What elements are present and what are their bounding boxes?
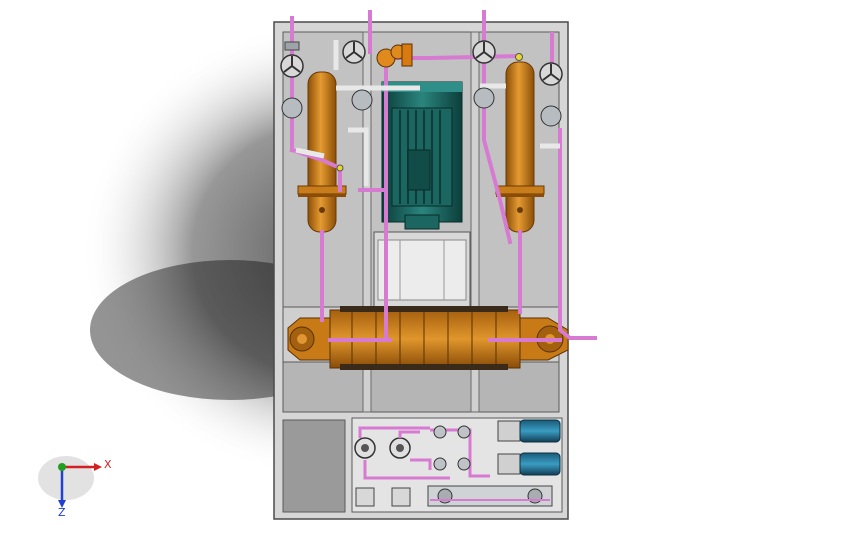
z-axis-label: Z (58, 506, 66, 519)
cad-viewport[interactable]: X Z (0, 0, 867, 533)
x-axis-label: X (104, 458, 112, 471)
valve-handwheel-3[interactable] (472, 40, 496, 64)
motor-base[interactable] (373, 231, 471, 308)
yellow-fitting (336, 164, 344, 172)
valve-handwheel-2[interactable] (342, 40, 366, 64)
coordinate-triad-icon: X Z (38, 456, 112, 519)
valve-handwheel-4[interactable] (539, 62, 563, 86)
model-canvas[interactable]: X Z (0, 0, 867, 533)
electric-motor[interactable] (381, 81, 463, 230)
yellow-fitting (515, 53, 523, 61)
